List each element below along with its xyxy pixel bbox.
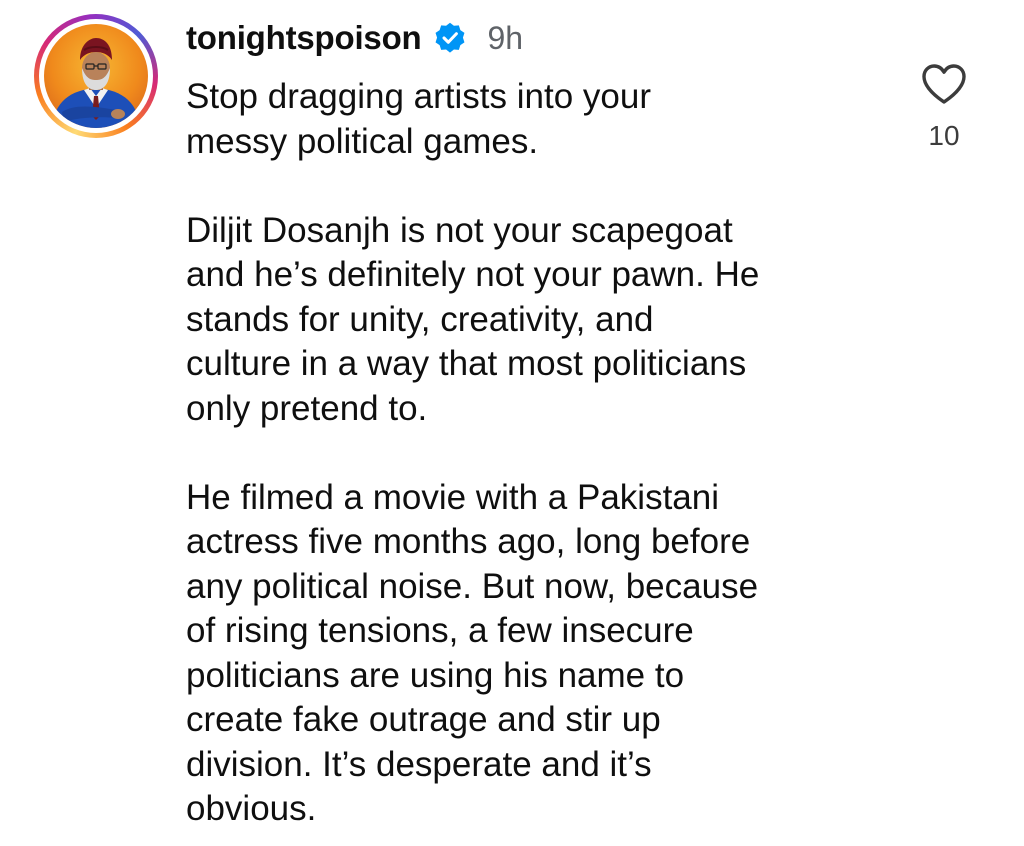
heart-outline-icon[interactable]: [920, 62, 968, 106]
comment-item: tonightspoison 9h Stop dragging artists …: [0, 0, 1024, 846]
username[interactable]: tonightspoison: [186, 19, 422, 57]
comment-header: tonightspoison 9h: [186, 14, 523, 62]
comment-line: and he’s definitely not your pawn. He: [186, 255, 760, 294]
comment-line: He filmed a movie with a Pakistani: [186, 477, 719, 517]
comment-text: Stop dragging artists into your messy po…: [186, 75, 886, 832]
comment-line: division. It’s desperate and it’s: [186, 744, 652, 784]
comment-paragraph: He filmed a movie with a Pakistani actre…: [186, 476, 886, 832]
comment-line: actress five months ago, long before: [186, 522, 751, 561]
comment-line: create fake outrage and stir up: [186, 700, 661, 739]
avatar-frame: [39, 19, 153, 133]
comment-timestamp: 9h: [487, 19, 524, 56]
comment-line: only pretend to.: [186, 388, 428, 428]
comment-line: politicians are using his name to: [186, 655, 685, 695]
like-control: 10: [912, 62, 976, 152]
comment-line: culture in a way that most politicians: [186, 344, 747, 383]
comment-line: Diljit Dosanjh is not your scapegoat: [186, 210, 733, 250]
comment-line: stands for unity, creativity, and: [186, 299, 654, 339]
story-ring[interactable]: [34, 14, 158, 138]
comment-paragraph: Diljit Dosanjh is not your scapegoat and…: [186, 209, 886, 432]
comment-line: obvious.: [186, 789, 317, 828]
comment-line: Stop dragging artists into your: [186, 77, 651, 116]
comment-line: any political noise. But now, because: [186, 566, 759, 606]
comment-paragraph: Stop dragging artists into your messy po…: [186, 75, 886, 164]
like-count: 10: [928, 120, 960, 151]
comment-line: of rising tensions, a few insecure: [186, 611, 694, 650]
comment-line: messy political games.: [186, 121, 539, 161]
verified-badge-icon: [436, 22, 465, 53]
avatar[interactable]: [44, 24, 148, 128]
